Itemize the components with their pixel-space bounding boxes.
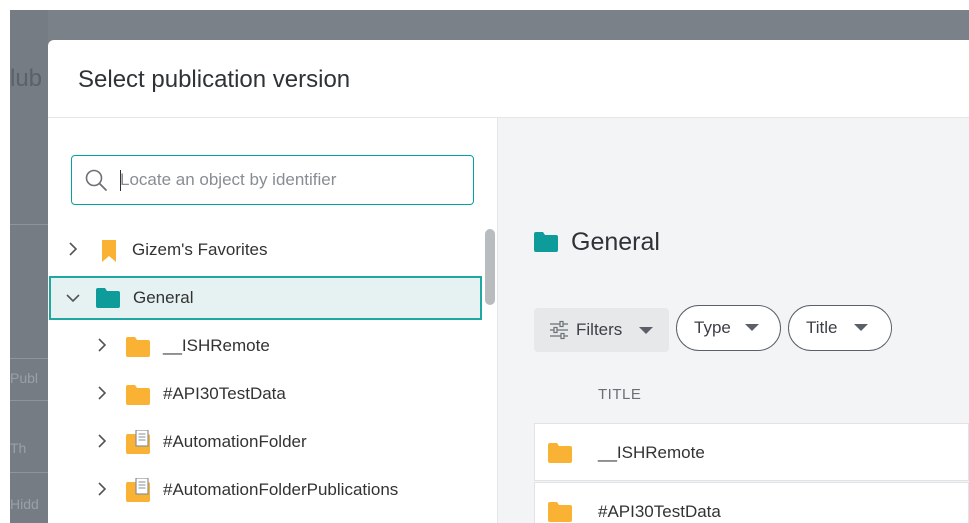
tree-item-ishremote[interactable]: __ISHRemote bbox=[48, 324, 484, 368]
filters-label: Filters bbox=[576, 320, 623, 339]
folder-heading-text: General bbox=[571, 228, 660, 256]
folder-icon bbox=[126, 385, 150, 405]
list-item-label: #API30TestData bbox=[598, 502, 721, 521]
chevron-right-icon[interactable] bbox=[95, 338, 109, 352]
select-publication-version-dialog: Select publication version Locate an obj… bbox=[48, 40, 969, 523]
tree-item-label: #AutomationFolder bbox=[163, 432, 307, 451]
chevron-right-icon[interactable] bbox=[66, 242, 80, 256]
tree-item-automationfolderpublications[interactable]: #AutomationFolderPublications bbox=[48, 468, 484, 512]
tree-item-label: #API30TestData bbox=[163, 384, 286, 403]
background-label: Publ bbox=[10, 370, 39, 386]
tree-item-label: #AutomationFolderPublications bbox=[163, 480, 399, 499]
background-label: Th bbox=[10, 440, 27, 456]
list-item-label: __ISHRemote bbox=[598, 443, 705, 462]
type-filter-label: Type bbox=[694, 318, 731, 337]
title-filter-button[interactable]: Title bbox=[788, 305, 892, 351]
background-divider bbox=[10, 472, 48, 473]
background-divider bbox=[10, 400, 48, 401]
column-header-title[interactable]: TITLE bbox=[598, 386, 641, 403]
filters-button[interactable]: Filters bbox=[534, 308, 669, 352]
dialog-title: Select publication version bbox=[78, 66, 351, 93]
caret-down-icon bbox=[745, 324, 759, 331]
search-icon bbox=[84, 168, 108, 192]
folder-teal-icon bbox=[534, 232, 558, 252]
chevron-right-icon[interactable] bbox=[95, 386, 109, 400]
caret-down-icon bbox=[854, 324, 868, 331]
list-item[interactable]: #API30TestData bbox=[534, 482, 969, 523]
folder-icon bbox=[548, 502, 572, 522]
folder-icon bbox=[548, 443, 572, 463]
publication-folder-icon bbox=[126, 429, 150, 454]
background-label: Hidd bbox=[10, 496, 39, 512]
caret-down-icon bbox=[639, 327, 653, 334]
list-item[interactable]: __ISHRemote bbox=[534, 423, 969, 481]
background-title: lub bbox=[10, 65, 43, 92]
tree-item-label: __ISHRemote bbox=[163, 336, 270, 355]
tree-item-label: Gizem's Favorites bbox=[132, 240, 268, 259]
tree-item-general[interactable]: General bbox=[49, 276, 482, 320]
tree-item-api30testdata[interactable]: #API30TestData bbox=[48, 372, 484, 416]
folder-tree-pane: Gizem's Favorites General bbox=[48, 118, 498, 523]
tree-item-label: General bbox=[133, 288, 194, 307]
tree-item-favorites[interactable]: Gizem's Favorites bbox=[48, 228, 484, 272]
search-box[interactable] bbox=[71, 155, 474, 205]
title-filter-label: Title bbox=[806, 318, 838, 337]
tree-item-automationfolder[interactable]: #AutomationFolder bbox=[48, 420, 484, 464]
tree-scrollbar-thumb[interactable] bbox=[485, 229, 495, 305]
publication-folder-icon bbox=[126, 477, 150, 502]
text-caret bbox=[120, 170, 121, 191]
search-input[interactable] bbox=[120, 168, 460, 192]
bookmark-icon bbox=[98, 240, 120, 262]
chevron-right-icon[interactable] bbox=[95, 482, 109, 496]
background-divider bbox=[10, 358, 48, 359]
folder-icon bbox=[126, 337, 150, 357]
type-filter-button[interactable]: Type bbox=[676, 305, 781, 351]
folder-teal-icon bbox=[96, 288, 120, 308]
sliders-icon bbox=[549, 320, 569, 340]
folder-content-pane: General Filters Type Title TITLE __ISHRe… bbox=[498, 118, 969, 523]
dialog-header: Select publication version bbox=[48, 40, 969, 118]
chevron-down-icon[interactable] bbox=[66, 291, 80, 305]
chevron-right-icon[interactable] bbox=[95, 434, 109, 448]
background-divider bbox=[10, 224, 48, 225]
